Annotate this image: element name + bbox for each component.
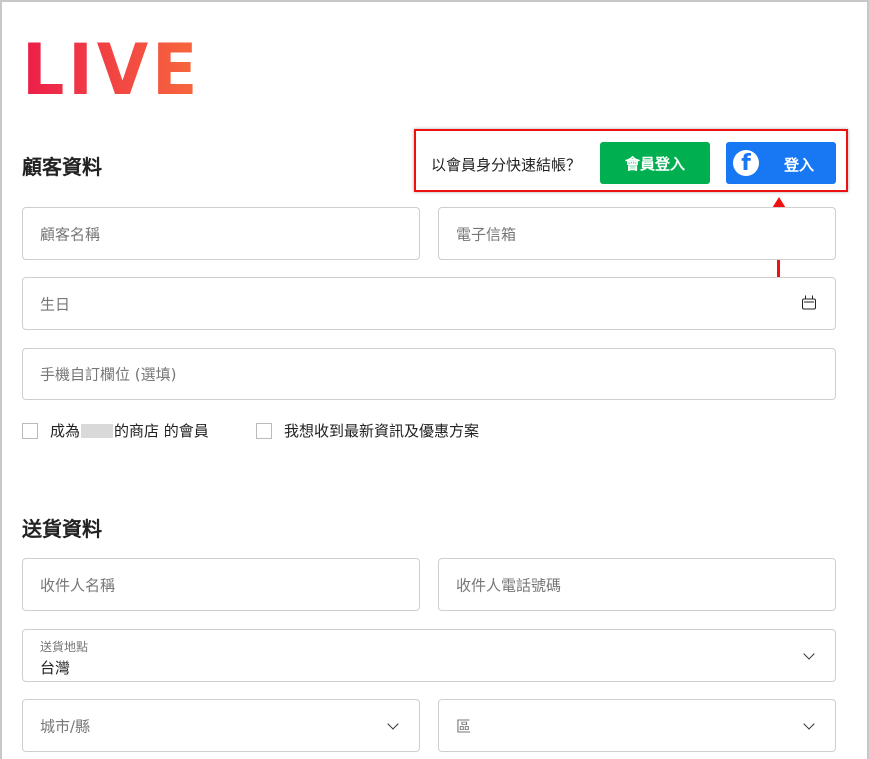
newsletter-checkbox-label: 我想收到最新資訊及優惠方案 [284, 422, 480, 440]
chevron-down-icon [803, 647, 815, 660]
recipient-phone-placeholder: 收件人電話號碼 [456, 576, 562, 594]
newsletter-checkbox[interactable] [256, 422, 272, 439]
member-checkbox-prefix: 成為 [50, 422, 81, 440]
city-select[interactable]: 城市/縣 [22, 699, 420, 752]
redacted-store-name [81, 423, 114, 438]
member-login-button[interactable]: 會員登入 [600, 142, 710, 184]
shipping-location-select[interactable]: 送貨地點 台灣 [22, 629, 836, 682]
member-checkbox-row[interactable]: 成為 的商店 的會員 [22, 420, 209, 441]
birthday-placeholder: 生日 [40, 295, 71, 313]
facebook-login-label: 登入 [784, 156, 815, 174]
calendar-icon[interactable] [802, 295, 816, 309]
chevron-down-icon [803, 717, 815, 730]
phone-field[interactable]: 手機自訂欄位 (選填) [22, 348, 836, 400]
city-placeholder: 城市/縣 [40, 717, 91, 735]
chevron-down-icon [387, 717, 399, 730]
shipping-location-label: 送貨地點 [40, 640, 89, 654]
recipient-name-placeholder: 收件人名稱 [40, 576, 116, 594]
phone-placeholder: 手機自訂欄位 (選填) [40, 365, 177, 384]
birthday-field[interactable]: 生日 [22, 277, 836, 330]
login-prompt: 以會員身分快速結帳？ [431, 156, 582, 174]
email-placeholder: 電子信箱 [456, 225, 517, 243]
email-field[interactable]: 電子信箱 [438, 207, 836, 260]
newsletter-checkbox-row[interactable]: 我想收到最新資訊及優惠方案 [256, 420, 479, 441]
facebook-icon: f [733, 150, 759, 176]
customer-name-field[interactable]: 顧客名稱 [22, 207, 420, 260]
customer-section-title: 顧客資料 [22, 155, 102, 179]
store-logo[interactable]: LIVE [22, 35, 201, 105]
recipient-name-field[interactable]: 收件人名稱 [22, 558, 420, 611]
recipient-phone-field[interactable]: 收件人電話號碼 [438, 558, 836, 611]
customer-name-placeholder: 顧客名稱 [40, 225, 101, 243]
facebook-login-button[interactable]: f 登入 [726, 142, 836, 184]
shipping-section-title: 送貨資料 [22, 517, 102, 541]
member-checkbox-suffix: 的商店 的會員 [114, 422, 209, 440]
district-placeholder: 區 [456, 717, 472, 735]
member-checkbox[interactable] [22, 422, 38, 439]
shipping-location-value: 台灣 [40, 659, 71, 677]
district-select[interactable]: 區 [438, 699, 836, 752]
